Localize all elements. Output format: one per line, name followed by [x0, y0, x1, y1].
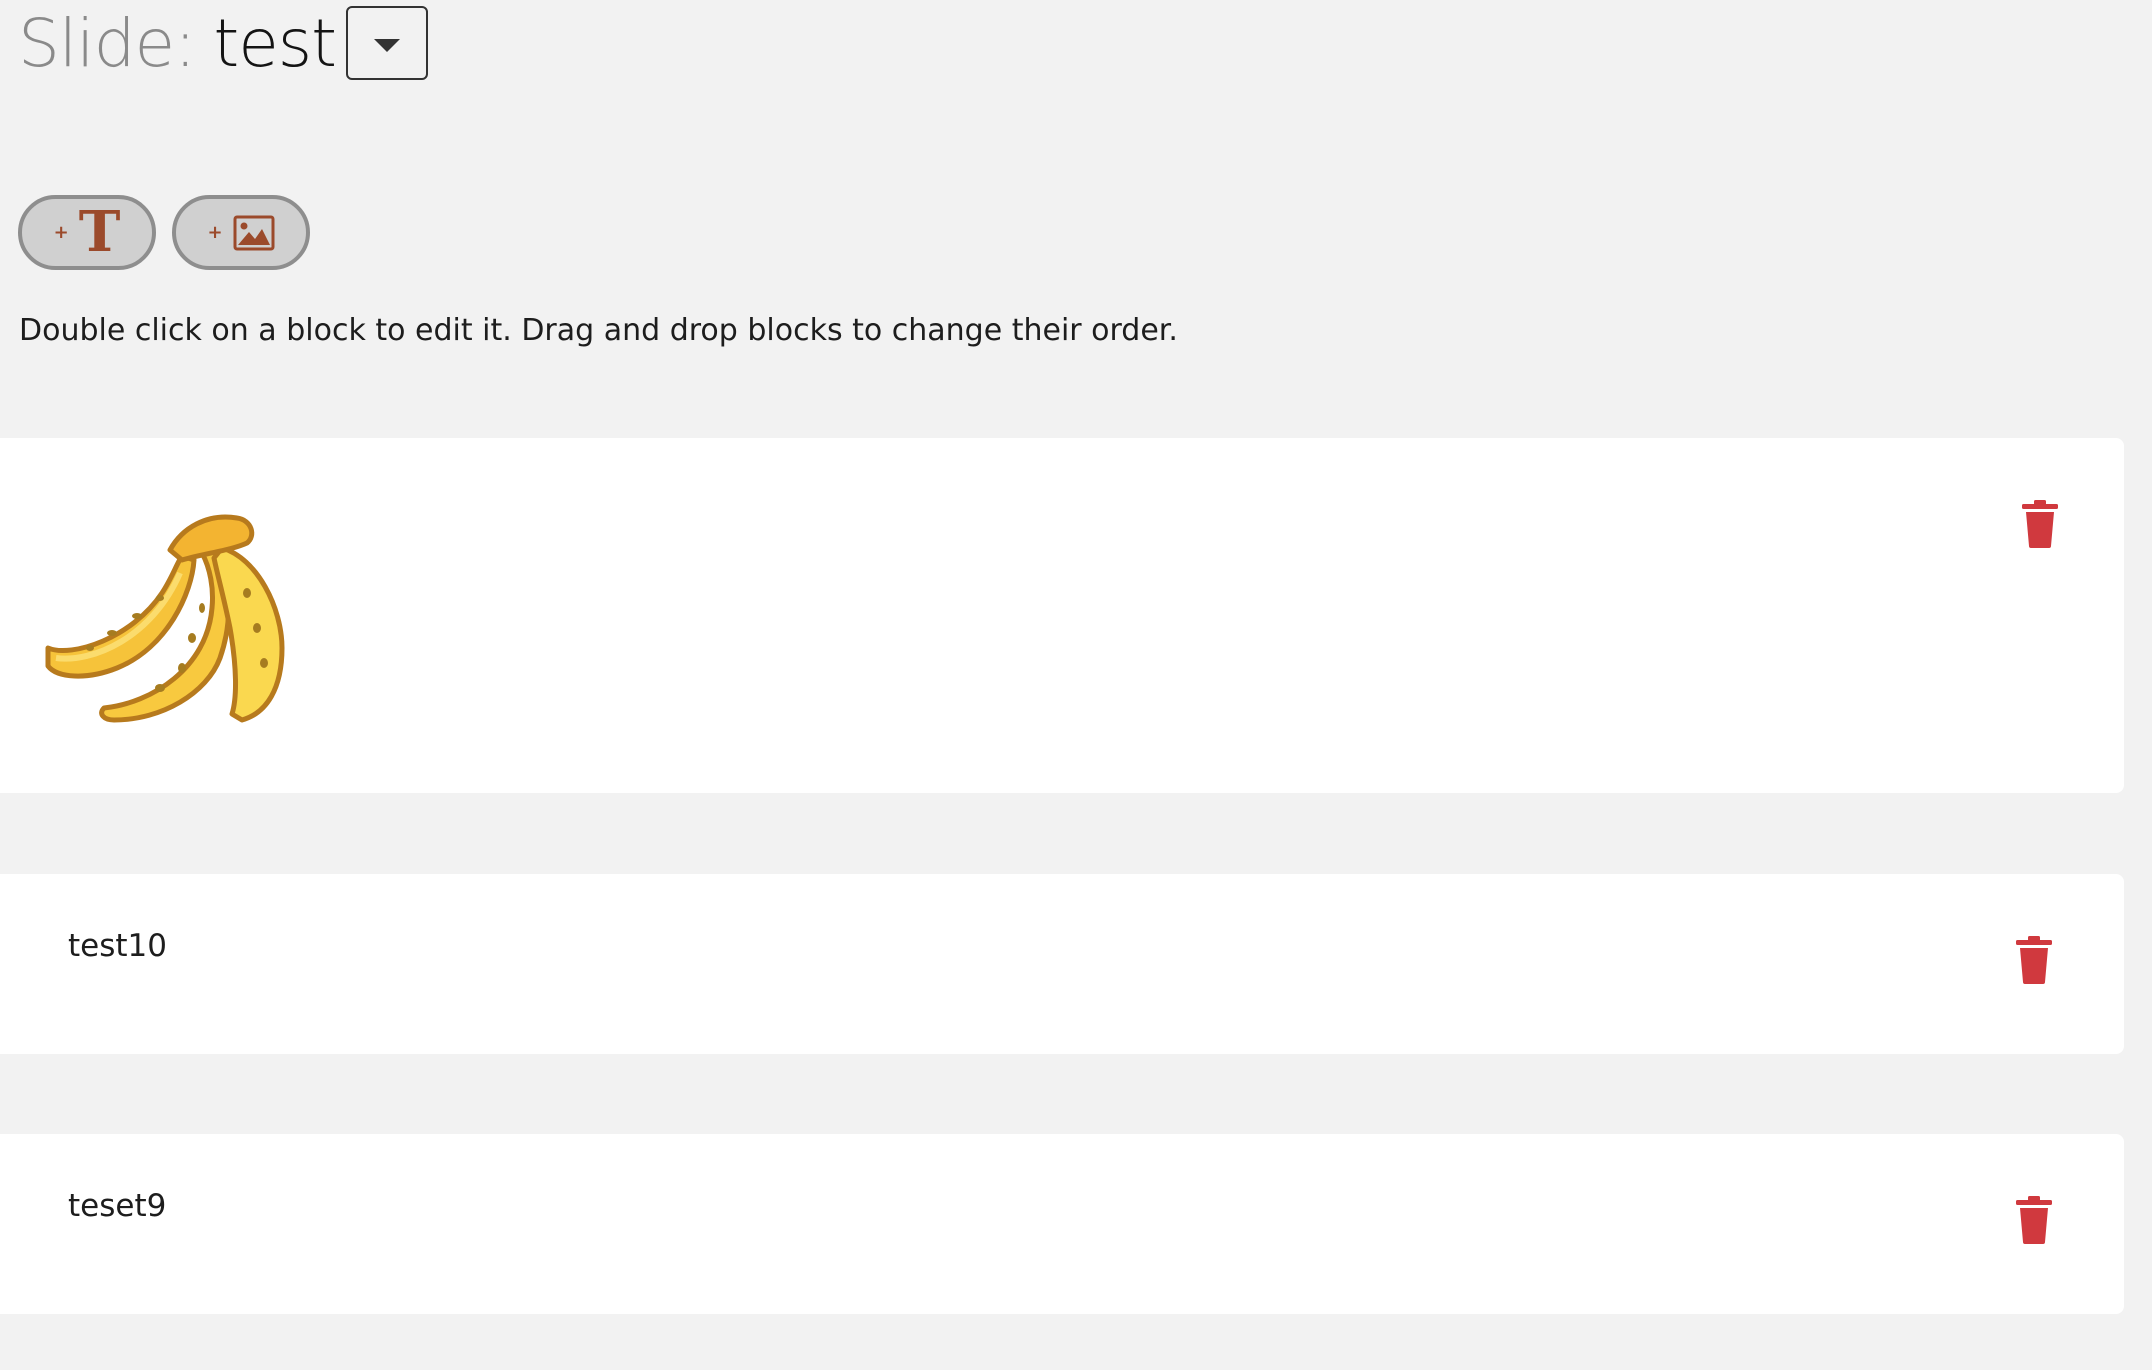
text-icon: T — [78, 198, 121, 265]
delete-trash-icon[interactable] — [2014, 1196, 2054, 1244]
text-block-content: teset9 — [68, 1188, 167, 1224]
plus-icon: + — [207, 222, 223, 243]
instruction-text: Double click on a block to edit it. Drag… — [19, 313, 1178, 348]
caret-down-icon — [374, 38, 400, 52]
text-block[interactable]: teset9 — [0, 1134, 2124, 1314]
page-title: Slide: test — [18, 0, 337, 86]
slide-name: test — [213, 4, 337, 82]
text-block[interactable]: test10 — [0, 874, 2124, 1054]
text-block-content: test10 — [68, 928, 167, 964]
plus-icon: + — [53, 222, 69, 243]
image-icon — [233, 215, 275, 250]
add-image-block-button[interactable]: + — [172, 195, 310, 270]
slide-prefix: Slide: — [18, 4, 196, 82]
add-text-block-button[interactable]: + T — [18, 195, 156, 270]
slide-dropdown-button[interactable] — [346, 6, 428, 80]
delete-trash-icon[interactable] — [2014, 936, 2054, 984]
image-block[interactable] — [0, 438, 2124, 793]
banana-bunch-icon — [45, 514, 285, 723]
delete-trash-icon[interactable] — [2020, 500, 2060, 548]
slide-editor: Slide: test + T + Double click on a bloc… — [0, 0, 2152, 1370]
